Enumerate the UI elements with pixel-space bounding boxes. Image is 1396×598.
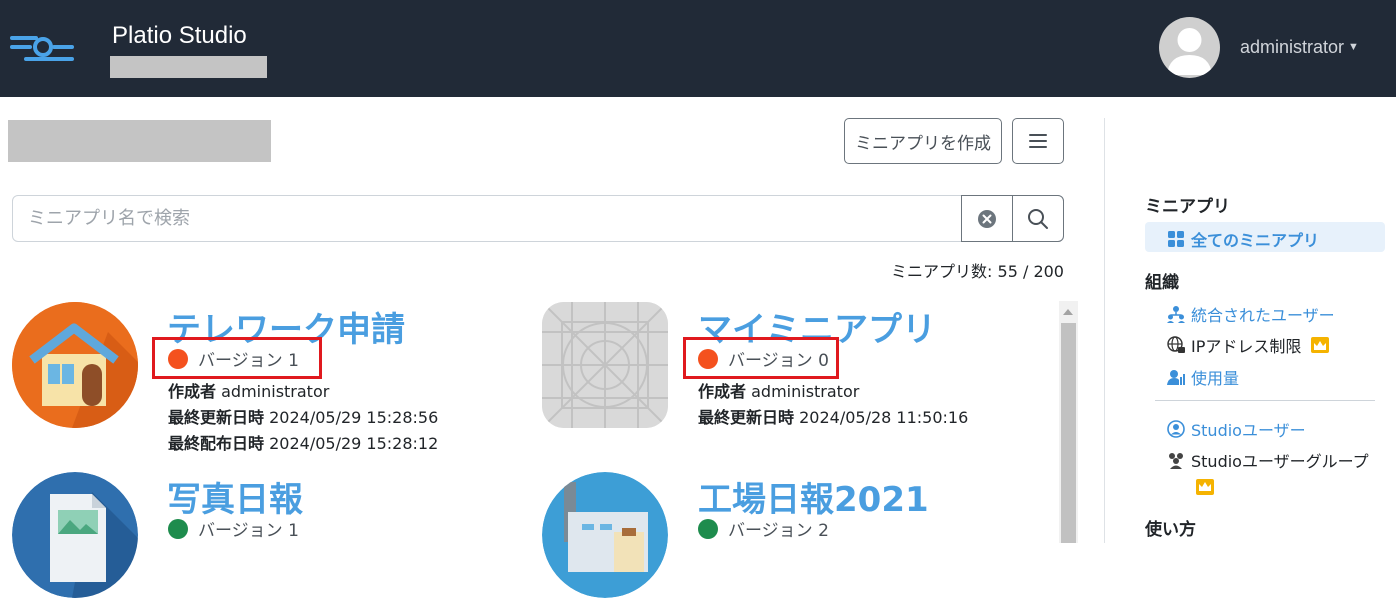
highlight-box <box>152 337 322 379</box>
premium-crown-icon <box>1311 337 1330 353</box>
app-list-scrollbar[interactable] <box>1059 301 1078 543</box>
photo-document-icon[interactable] <box>12 472 138 598</box>
sidebar-item-label: 統合されたユーザー <box>1191 306 1335 325</box>
app-author: 作成者 administrator <box>698 382 860 401</box>
redacted-subtitle <box>110 56 267 78</box>
search-input[interactable] <box>13 196 961 241</box>
sidebar-item-usage[interactable]: 使用量 <box>1166 365 1239 389</box>
redacted-page-title <box>8 120 271 162</box>
app-name-link[interactable]: 工場日報2021 <box>698 472 929 521</box>
factory-icon[interactable] <box>542 472 668 598</box>
app-updated: 最終更新日時 2024/05/28 11:50:16 <box>698 408 969 427</box>
user-group-icon <box>1166 450 1186 470</box>
sidebar-section-miniapp: ミニアプリ <box>1145 197 1230 217</box>
highlight-box <box>683 337 839 379</box>
house-icon[interactable] <box>12 302 138 428</box>
menu-button[interactable] <box>1012 118 1064 164</box>
version-label: バージョン 1 <box>198 521 299 541</box>
sidebar-item-ip-restriction[interactable]: IPアドレス制限 <box>1166 333 1330 357</box>
user-chart-icon <box>1166 367 1186 387</box>
clear-icon <box>978 209 996 228</box>
sidebar-item-integrated-users[interactable]: 統合されたユーザー <box>1166 302 1335 326</box>
search-group <box>12 195 1064 242</box>
app-deployed: 最終配布日時 2024/05/29 15:28:12 <box>168 434 439 453</box>
status-dot-icon <box>168 518 188 539</box>
scroll-thumb[interactable] <box>1061 323 1076 543</box>
sidebar-divider <box>1104 118 1105 543</box>
placeholder-grid-icon[interactable] <box>542 302 668 428</box>
sidebar-separator <box>1155 400 1375 401</box>
user-circle-icon <box>1166 419 1186 439</box>
user-name: administrator <box>1240 37 1345 57</box>
platio-logo-icon[interactable] <box>10 32 74 66</box>
grid-icon <box>1166 229 1186 249</box>
user-avatar-icon[interactable] <box>1159 17 1220 78</box>
caret-down-icon: ▼ <box>1348 41 1359 53</box>
sidebar-item-label: 全てのミニアプリ <box>1191 231 1320 250</box>
sidebar-item-label: Studioユーザーグループ <box>1191 452 1369 471</box>
top-navbar: Platio Studio administrator ▼ <box>0 0 1396 97</box>
sidebar-item-studio-user-groups[interactable]: Studioユーザーグループ <box>1166 448 1369 472</box>
premium-crown-icon <box>1196 478 1214 495</box>
app-version: バージョン 2 <box>698 516 829 541</box>
sidebar-item-all-miniapps[interactable]: 全てのミニアプリ <box>1166 227 1319 251</box>
globe-lock-icon <box>1166 335 1186 355</box>
app-author: 作成者 administrator <box>168 382 330 401</box>
premium-badge <box>1186 476 1214 495</box>
sidebar-item-label: 使用量 <box>1191 369 1240 388</box>
org-users-icon <box>1166 304 1186 324</box>
version-label: バージョン 2 <box>728 521 829 541</box>
app-title: Platio Studio <box>112 22 247 49</box>
hamburger-icon <box>1029 134 1047 148</box>
sidebar-section-org: 組織 <box>1145 273 1179 293</box>
sidebar-section-howto: 使い方 <box>1145 520 1196 540</box>
create-miniapp-button[interactable]: ミニアプリを作成 <box>844 118 1002 164</box>
scroll-up-arrow-icon[interactable] <box>1063 309 1073 315</box>
search-button[interactable] <box>1012 195 1064 242</box>
search-icon <box>1028 208 1048 229</box>
user-menu-dropdown[interactable]: administrator ▼ <box>1240 37 1359 58</box>
app-version: バージョン 1 <box>168 516 299 541</box>
app-name-link[interactable]: 写真日報 <box>167 472 303 521</box>
sidebar-item-label: IPアドレス制限 <box>1191 337 1302 356</box>
sidebar-item-label: Studioユーザー <box>1191 421 1306 440</box>
clear-search-button[interactable] <box>961 195 1013 242</box>
miniapp-count: ミニアプリ数: 55 / 200 <box>891 262 1064 281</box>
status-dot-icon <box>698 518 718 539</box>
sidebar-item-studio-users[interactable]: Studioユーザー <box>1166 417 1306 441</box>
app-updated: 最終更新日時 2024/05/29 15:28:56 <box>168 408 439 427</box>
